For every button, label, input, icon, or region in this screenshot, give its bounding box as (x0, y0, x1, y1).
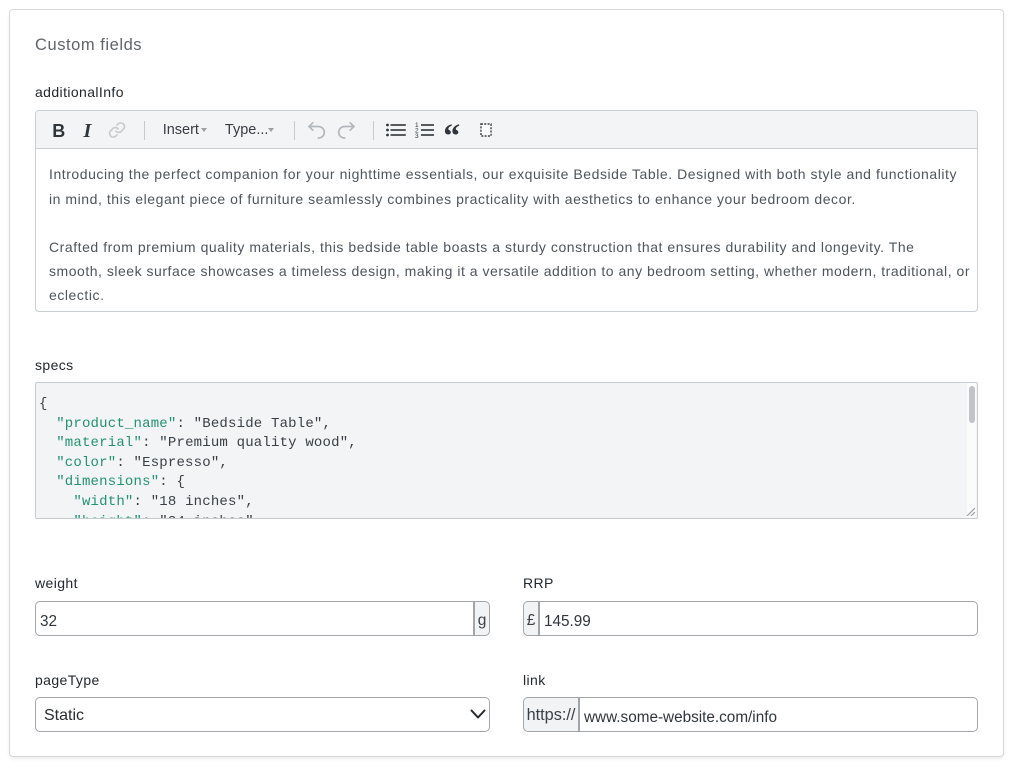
svg-text:3: 3 (415, 133, 419, 139)
